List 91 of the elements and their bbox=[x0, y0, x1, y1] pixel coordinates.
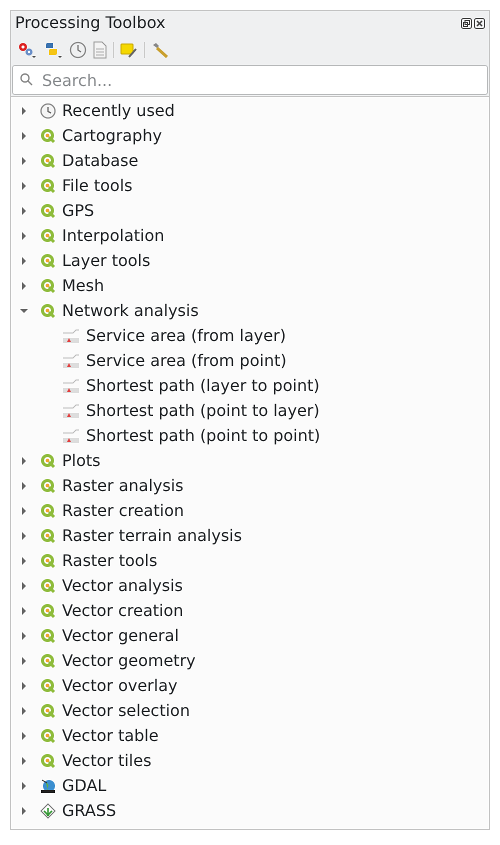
expand-arrow-icon[interactable] bbox=[20, 556, 28, 564]
expand-arrow-icon[interactable] bbox=[20, 282, 28, 290]
algorithm-icon bbox=[62, 328, 80, 344]
group-item[interactable]: Vector selection bbox=[62, 698, 190, 722]
q-logo-icon bbox=[40, 178, 56, 194]
algorithm-item[interactable]: Service area (from layer) bbox=[86, 324, 286, 348]
q-logo-icon bbox=[40, 252, 56, 268]
q-logo-icon bbox=[40, 152, 56, 168]
expand-arrow-icon[interactable] bbox=[20, 756, 28, 764]
group-item[interactable]: GPS bbox=[62, 198, 94, 222]
q-logo-icon bbox=[40, 528, 56, 544]
group-item[interactable]: Raster analysis bbox=[62, 474, 184, 498]
q-logo-icon bbox=[40, 652, 56, 668]
algorithm-icon bbox=[62, 378, 80, 394]
group-item[interactable]: Layer tools bbox=[62, 248, 150, 272]
q-logo-icon bbox=[40, 278, 56, 294]
group-item[interactable]: GDAL bbox=[62, 774, 106, 798]
group-item[interactable]: Network analysis bbox=[62, 298, 199, 322]
expand-arrow-icon[interactable] bbox=[20, 656, 28, 664]
expand-arrow-icon[interactable] bbox=[20, 482, 28, 490]
algorithm-icon bbox=[62, 352, 80, 368]
close-icon[interactable] bbox=[474, 18, 485, 28]
q-logo-icon bbox=[40, 752, 56, 768]
panel-title: Processing Toolbox bbox=[15, 12, 166, 34]
group-item[interactable]: Vector table bbox=[62, 724, 159, 748]
group-item[interactable]: Raster tools bbox=[62, 548, 158, 572]
q-logo-icon bbox=[40, 202, 56, 218]
expand-arrow-icon[interactable] bbox=[20, 456, 28, 464]
expand-arrow-icon[interactable] bbox=[20, 256, 28, 264]
group-item[interactable]: Recently used bbox=[62, 98, 175, 122]
group-item[interactable]: Raster terrain analysis bbox=[62, 524, 242, 548]
expand-arrow-icon[interactable] bbox=[20, 156, 28, 164]
expand-arrow-icon[interactable] bbox=[20, 606, 28, 614]
q-logo-icon bbox=[40, 552, 56, 568]
q-logo-icon bbox=[40, 478, 56, 494]
document-icon[interactable] bbox=[93, 41, 107, 59]
search-field[interactable]: Search... bbox=[12, 65, 488, 95]
expand-arrow-icon[interactable] bbox=[20, 582, 28, 590]
group-item[interactable]: Cartography bbox=[62, 124, 162, 148]
collapse-arrow-icon[interactable] bbox=[20, 306, 28, 314]
algorithm-item[interactable]: Shortest path (point to point) bbox=[86, 424, 320, 448]
expand-arrow-icon[interactable] bbox=[20, 206, 28, 214]
expand-arrow-icon[interactable] bbox=[20, 806, 28, 814]
group-item[interactable]: Vector tiles bbox=[62, 748, 152, 772]
q-logo-icon bbox=[40, 228, 56, 244]
group-item[interactable]: Mesh bbox=[62, 274, 104, 298]
expand-arrow-icon[interactable] bbox=[20, 106, 28, 114]
expand-arrow-icon[interactable] bbox=[20, 782, 28, 790]
group-item[interactable]: Vector general bbox=[62, 624, 179, 648]
group-item[interactable]: Vector geometry bbox=[62, 648, 196, 672]
tag-pencil-icon[interactable] bbox=[120, 41, 138, 59]
float-icon[interactable] bbox=[461, 18, 472, 28]
grass-icon bbox=[40, 802, 56, 818]
q-logo-icon bbox=[40, 728, 56, 744]
q-logo-icon bbox=[40, 702, 56, 718]
expand-arrow-icon[interactable] bbox=[20, 732, 28, 740]
algorithm-icon bbox=[62, 402, 80, 418]
group-item[interactable]: GRASS bbox=[62, 798, 116, 822]
expand-arrow-icon[interactable] bbox=[20, 532, 28, 540]
algorithm-item[interactable]: Shortest path (layer to point) bbox=[86, 374, 320, 398]
expand-arrow-icon[interactable] bbox=[20, 506, 28, 514]
q-logo-icon bbox=[40, 452, 56, 468]
q-logo-icon bbox=[40, 502, 56, 518]
group-item[interactable]: Vector overlay bbox=[62, 674, 178, 698]
q-logo-icon bbox=[40, 628, 56, 644]
expand-arrow-icon[interactable] bbox=[20, 232, 28, 240]
search-icon bbox=[20, 73, 33, 86]
algorithm-item[interactable]: Service area (from point) bbox=[86, 348, 287, 372]
expand-arrow-icon[interactable] bbox=[20, 132, 28, 140]
clock-icon bbox=[40, 102, 56, 118]
clock-icon[interactable] bbox=[69, 41, 87, 59]
expand-arrow-icon[interactable] bbox=[20, 182, 28, 190]
globe-icon bbox=[40, 778, 56, 794]
q-logo-icon bbox=[40, 578, 56, 594]
group-item[interactable]: Vector creation bbox=[62, 598, 184, 622]
group-item[interactable]: Vector analysis bbox=[62, 574, 183, 598]
q-logo-icon bbox=[40, 302, 56, 318]
group-item[interactable]: Raster creation bbox=[62, 498, 184, 522]
group-item[interactable]: File tools bbox=[62, 174, 132, 198]
group-item[interactable]: Database bbox=[62, 148, 138, 172]
algorithm-icon bbox=[62, 428, 80, 444]
group-item[interactable]: Interpolation bbox=[62, 224, 164, 248]
expand-arrow-icon[interactable] bbox=[20, 682, 28, 690]
expand-arrow-icon[interactable] bbox=[20, 706, 28, 714]
q-logo-icon bbox=[40, 128, 56, 144]
group-item[interactable]: Plots bbox=[62, 448, 100, 472]
expand-arrow-icon[interactable] bbox=[20, 632, 28, 640]
gears-icon[interactable] bbox=[17, 41, 37, 59]
q-logo-icon bbox=[40, 678, 56, 694]
algorithm-item[interactable]: Shortest path (point to layer) bbox=[86, 398, 320, 422]
q-logo-icon bbox=[40, 602, 56, 618]
